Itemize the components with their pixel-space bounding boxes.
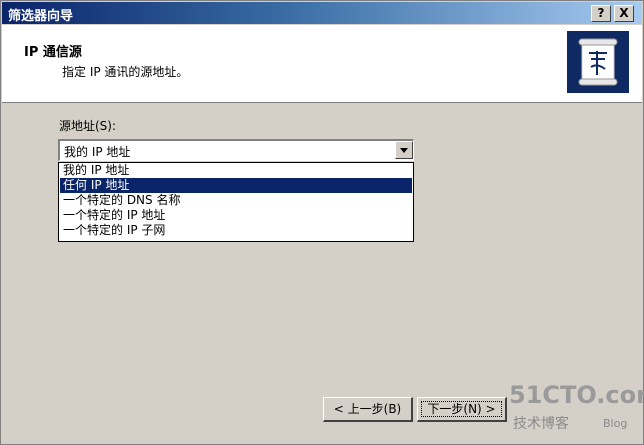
wizard-header: IP 通信源 指定 IP 通讯的源地址。 [2,25,642,103]
source-address-label: 源地址(S): [59,119,117,133]
focus-ring [421,401,502,417]
wizard-window: 筛选器向导 ? X IP 通信源 指定 IP 通讯的源地址。 源地址(S): 我… [0,0,644,445]
help-button[interactable]: ? [591,5,611,22]
scroll-icon [567,31,629,93]
dropdown-option-ip-subnet[interactable]: 一个特定的 IP 子网 [60,223,412,238]
watermark-subtitle: 技术博客 [513,416,569,432]
watermark: 51CTO.com 技术博客 Blog [509,381,644,439]
dropdown-option-dns-name[interactable]: 一个特定的 DNS 名称 [60,193,412,208]
dropdown-option-my-ip[interactable]: 我的 IP 地址 [60,163,412,178]
source-address-dropdown: 我的 IP 地址 任何 IP 地址 一个特定的 DNS 名称 一个特定的 IP … [58,162,414,242]
page-title: IP 通信源 [24,45,82,60]
page-subtitle: 指定 IP 通讯的源地址。 [62,65,189,79]
dropdown-option-any-ip[interactable]: 任何 IP 地址 [60,178,412,193]
chevron-down-icon[interactable] [395,141,413,159]
close-button[interactable]: X [614,5,634,22]
watermark-blog: Blog [603,417,628,430]
window-title: 筛选器向导 [8,9,74,24]
back-button[interactable]: < 上一步(B) [323,397,413,422]
watermark-logo: 51CTO.com [509,381,644,409]
source-address-combobox[interactable]: 我的 IP 地址 [58,139,414,161]
dropdown-option-specific-ip[interactable]: 一个特定的 IP 地址 [60,208,412,223]
combobox-value: 我的 IP 地址 [64,145,131,159]
title-bar[interactable]: 筛选器向导 ? X [2,2,642,24]
next-button[interactable]: 下一步(N) > [417,397,507,422]
